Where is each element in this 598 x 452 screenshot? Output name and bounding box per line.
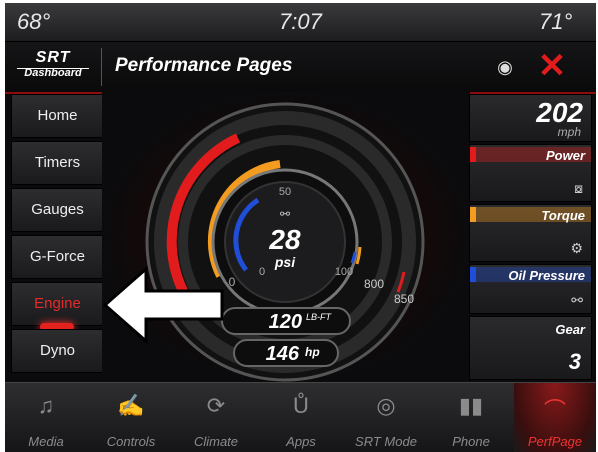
tab-srt-mode[interactable]: ◎ SRT Mode: [345, 383, 427, 452]
tab-perfpage[interactable]: ⌒ PerfPage: [514, 383, 596, 452]
torque-unit: LB-FT: [306, 312, 333, 322]
oil-pressure-label: Oil Pressure: [508, 268, 585, 283]
gear-panel: Gear 3: [469, 316, 592, 380]
tab-media[interactable]: ♫ Media: [5, 383, 87, 452]
tab-controls[interactable]: ✍ Controls: [90, 383, 172, 452]
outer-tick-850: 850: [394, 292, 414, 306]
tab-phone[interactable]: ▮▮ Phone: [430, 383, 512, 452]
sidebar-item-home[interactable]: Home: [11, 94, 104, 138]
boost-tick-low: 0: [259, 266, 265, 278]
sidebar-item-gauges[interactable]: Gauges: [11, 188, 104, 232]
boost-tick-high: 100: [335, 266, 353, 278]
camera-icon[interactable]: ◉: [491, 56, 519, 78]
tab-climate[interactable]: ⟳ Climate: [175, 383, 257, 452]
power-label: Power: [545, 148, 585, 163]
power-panel[interactable]: Power ⧇: [469, 144, 592, 202]
outer-tick-low: 0: [229, 275, 236, 289]
phone-icon: ▮▮: [458, 393, 484, 418]
srt-mode-icon: ◎: [376, 393, 396, 418]
arrow-annotation: [102, 265, 224, 345]
boost-unit: psi: [274, 254, 296, 270]
bottom-nav: ♫ Media ✍ Controls ⟳ Climate Ů Apps ◎ SRT Mod…: [5, 382, 596, 452]
controls-icon: ✍: [117, 393, 145, 418]
apps-icon: Ů: [293, 393, 309, 418]
sidebar-item-g-force[interactable]: G-Force: [11, 235, 104, 279]
status-bar: 68° 7:07 71°: [5, 3, 596, 42]
close-icon[interactable]: ✕: [535, 48, 569, 84]
uconnect-screen: 68° 7:07 71° SRT Dashboard Performance P…: [5, 3, 596, 452]
oil-can-icon: ⚯: [571, 292, 583, 308]
boost-tick-mid: 50: [279, 186, 291, 198]
sidebar-item-dyno[interactable]: Dyno: [11, 329, 104, 373]
oil-can-icon: ⚯: [280, 207, 290, 221]
boost-value: 28: [268, 224, 301, 255]
torque-value: 120: [269, 311, 302, 333]
sidebar-item-engine[interactable]: Engine: [11, 282, 104, 331]
wrench-icon: ⚙: [570, 240, 583, 256]
gear-label: Gear: [555, 322, 585, 337]
sidebar-item-timers[interactable]: Timers: [11, 141, 104, 185]
page-title: Performance Pages: [115, 55, 293, 76]
torque-panel[interactable]: Torque ⚙: [469, 204, 592, 262]
outside-temp-right: 71°: [539, 9, 573, 34]
torque-label: Torque: [541, 208, 585, 223]
power-unit: hp: [305, 345, 320, 359]
outside-temp-left: 68°: [17, 9, 51, 34]
outer-tick-800: 800: [364, 277, 384, 291]
perfpage-icon: ⌒: [543, 398, 566, 423]
speed-panel: 202 mph: [469, 94, 592, 142]
climate-icon: ⟳: [206, 393, 226, 418]
piston-icon: ⧇: [574, 180, 583, 196]
speed-unit: mph: [557, 125, 581, 139]
power-value: 146: [266, 343, 300, 365]
page-header: SRT Dashboard Performance Pages ◉ ✕: [5, 42, 596, 94]
oil-pressure-panel[interactable]: Oil Pressure ⚯: [469, 264, 592, 314]
srt-dashboard-logo[interactable]: SRT Dashboard: [13, 50, 93, 84]
music-note-icon: ♫: [37, 393, 55, 418]
clock: 7:07: [279, 9, 322, 34]
tab-apps[interactable]: Ů Apps: [260, 383, 342, 452]
gear-value: 3: [568, 349, 581, 374]
